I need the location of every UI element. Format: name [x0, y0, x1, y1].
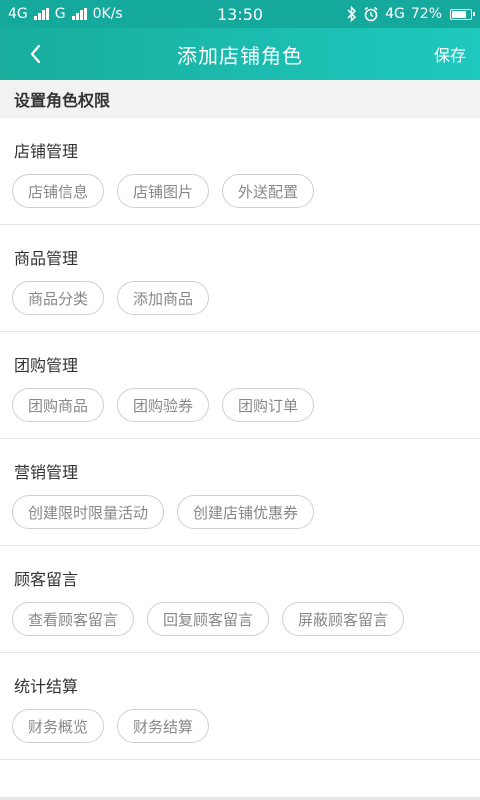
permission-chip[interactable]: 查看顾客留言 — [12, 602, 135, 636]
chevron-left-icon — [30, 44, 41, 64]
status-left: 4G G 0K/s — [8, 6, 123, 22]
group-title: 统计结算 — [14, 677, 79, 696]
network-speed: 0K/s — [92, 6, 123, 22]
save-button[interactable]: 保存 — [434, 42, 466, 66]
permission-groups: 店铺管理店铺信息 店铺图片 外送配置商品管理商品分类 添加商品团购管理团购商品 团购验券… — [0, 118, 480, 760]
permission-chip[interactable]: 添加商品 — [117, 281, 210, 315]
signal-icon — [33, 8, 49, 20]
permission-chip[interactable]: 财务结算 — [117, 709, 210, 743]
group-title: 团购管理 — [14, 356, 79, 375]
permission-chip[interactable]: 团购验券 — [117, 388, 210, 422]
permission-chip[interactable]: 外送配置 — [222, 174, 315, 208]
network-type-label-3: 4G — [385, 6, 405, 22]
bluetooth-icon — [347, 6, 357, 22]
group-title: 顾客留言 — [14, 570, 79, 589]
permission-chip[interactable]: 创建限时限量活动 — [12, 495, 165, 529]
permission-group: 团购管理团购商品 团购验券 团购订单 — [0, 332, 480, 439]
permission-chip[interactable]: 创建店铺优惠券 — [177, 495, 315, 529]
group-title: 商品管理 — [14, 249, 79, 268]
permission-chip[interactable]: 团购订单 — [222, 388, 315, 422]
signal-icon-2 — [71, 8, 87, 20]
permission-group: 商品管理商品分类 添加商品 — [0, 225, 480, 332]
permission-chip[interactable]: 回复顾客留言 — [147, 602, 270, 636]
alarm-icon — [364, 6, 378, 22]
permission-chip[interactable]: 商品分类 — [12, 281, 105, 315]
permission-chip[interactable]: 店铺图片 — [117, 174, 210, 208]
permission-group: 店铺管理店铺信息 店铺图片 外送配置 — [0, 118, 480, 225]
permission-chip[interactable]: 财务概览 — [12, 709, 105, 743]
chip-list: 创建限时限量活动 创建店铺优惠券 — [0, 495, 480, 545]
permission-chip[interactable]: 团购商品 — [12, 388, 105, 422]
permission-group: 营销管理创建限时限量活动 创建店铺优惠券 — [0, 439, 480, 546]
chip-list: 查看顾客留言 回复顾客留言 屏蔽顾客留言 — [0, 602, 480, 652]
chip-list: 团购商品 团购验券 团购订单 — [0, 388, 480, 438]
status-bar: 4G G 0K/s 13:50 4G 72% — [0, 0, 480, 28]
chip-list: 店铺信息 店铺图片 外送配置 — [0, 174, 480, 224]
status-right: 4G 72% — [347, 6, 475, 22]
page-title: 添加店铺角色 — [177, 43, 303, 68]
permission-group: 顾客留言查看顾客留言 回复顾客留言 屏蔽顾客留言 — [0, 546, 480, 653]
chip-list: 商品分类 添加商品 — [0, 281, 480, 331]
network-type-label: 4G — [8, 6, 28, 22]
back-button[interactable] — [20, 38, 50, 70]
chip-list: 财务概览 财务结算 — [0, 709, 480, 759]
permission-chip[interactable]: 屏蔽顾客留言 — [282, 602, 405, 636]
network-type-label-2: G — [54, 6, 66, 22]
permission-group: 统计结算财务概览 财务结算 — [0, 653, 480, 760]
permission-chip[interactable]: 店铺信息 — [12, 174, 105, 208]
battery-icon — [450, 8, 475, 20]
section-title: 设置角色权限 — [0, 80, 480, 118]
battery-percent: 72% — [410, 6, 442, 22]
group-title: 店铺管理 — [14, 142, 79, 161]
group-title: 营销管理 — [14, 463, 79, 482]
app-bar: 添加店铺角色 保存 — [0, 28, 480, 80]
